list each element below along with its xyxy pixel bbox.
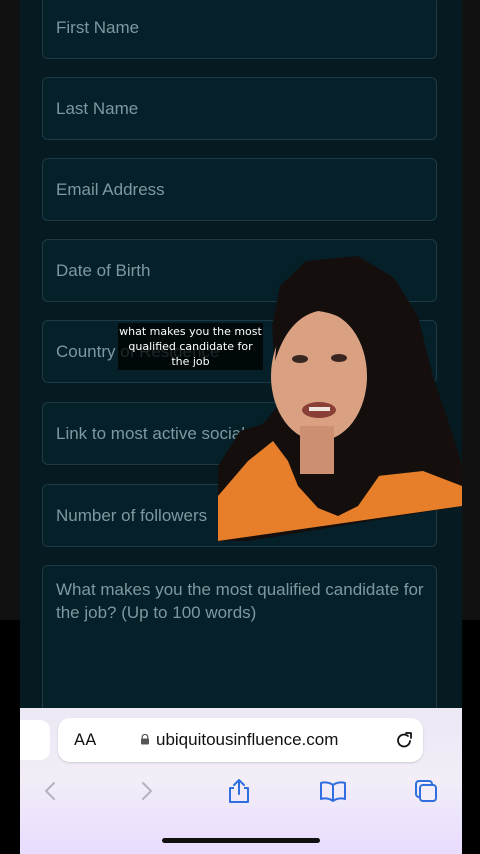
followers-placeholder: Number of followers [56,506,208,525]
lock-icon [141,734,149,745]
tabs-button[interactable] [410,775,442,807]
share-button[interactable] [223,775,255,807]
qualification-textarea[interactable]: What makes you the most qualified candid… [42,565,437,715]
reload-icon[interactable] [393,729,415,751]
back-button[interactable] [34,775,66,807]
tabs-icon [415,780,437,802]
text-size-button[interactable]: AA [74,718,96,762]
first-name-placeholder: First Name [56,18,140,37]
bookmarks-button[interactable] [317,775,349,807]
right-bezel [462,0,480,620]
text-size-label: AA [74,730,97,749]
chevron-right-icon [142,782,152,800]
last-name-placeholder: Last Name [56,99,139,118]
safari-toolbar: AA ubiquitousinfluence.com [20,708,462,854]
email-placeholder: Email Address [56,180,165,199]
email-field[interactable]: Email Address [42,158,437,221]
share-icon [229,779,249,803]
previous-tab-edge[interactable] [20,720,50,760]
last-name-field[interactable]: Last Name [42,77,437,140]
left-bezel [0,0,20,620]
first-name-field[interactable]: First Name [42,0,437,59]
url-text[interactable]: ubiquitousinfluence.com [156,718,338,762]
chevron-left-icon [45,782,55,800]
social-link-placeholder: Link to most active social [56,424,245,443]
video-caption: what makes you the most qualified candid… [118,323,263,370]
qualification-placeholder: What makes you the most qualified candid… [56,580,424,622]
dob-placeholder: Date of Birth [56,261,151,280]
book-icon [320,781,346,802]
forward-button[interactable] [131,775,163,807]
address-bar[interactable]: AA ubiquitousinfluence.com [58,718,423,762]
home-indicator [162,838,320,843]
person-video-overlay [218,256,462,541]
